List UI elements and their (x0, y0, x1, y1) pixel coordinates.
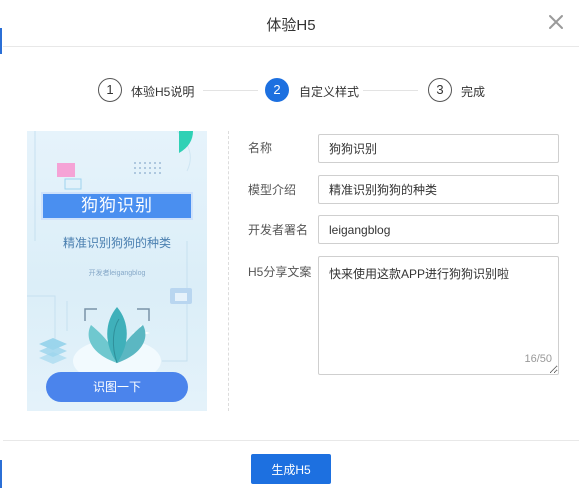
background-window-edge (0, 460, 2, 488)
dialog-header: 体验H5 (3, 0, 579, 47)
model-description-label: 模型介绍 (248, 183, 297, 197)
dialog-title: 体验H5 (266, 17, 316, 34)
column-divider (228, 131, 229, 411)
model-description-input[interactable] (318, 175, 559, 204)
developer-signature-label: 开发者署名 (248, 223, 309, 237)
step-connector (203, 90, 258, 91)
h5-preview: 狗狗识别 精准识别狗狗的种类 开发者leigangblog 识图一下 (27, 131, 207, 411)
step-connector (363, 90, 418, 91)
step-1-label: 体验H5说明 (131, 85, 195, 99)
generate-h5-button[interactable]: 生成H5 (251, 454, 331, 484)
step-2-number: 2 (265, 78, 289, 102)
step-2-label: 自定义样式 (299, 85, 360, 99)
preview-app-author: 开发者leigangblog (88, 270, 146, 277)
preview-app-title: 狗狗识别 (41, 192, 193, 220)
preview-recognize-button[interactable]: 识图一下 (46, 372, 188, 402)
name-label: 名称 (248, 141, 273, 155)
preview-app-description: 精准识别狗狗的种类 (62, 236, 171, 250)
character-counter: 16/50 (524, 353, 552, 365)
background-window-edge (0, 28, 2, 54)
close-icon[interactable] (547, 13, 565, 31)
share-text-label: H5分享文案 (248, 265, 312, 279)
developer-signature-input[interactable] (318, 215, 559, 244)
name-input[interactable] (318, 134, 559, 163)
step-1-number: 1 (98, 78, 122, 102)
step-3-number: 3 (428, 78, 452, 102)
step-3-label: 完成 (461, 85, 486, 99)
dialog-footer: 生成H5 (3, 440, 579, 493)
experience-h5-dialog: 体验H5 1 体验H5说明 2 自定义样式 3 完成 狗狗识别 精准识别狗狗的种… (3, 0, 579, 493)
